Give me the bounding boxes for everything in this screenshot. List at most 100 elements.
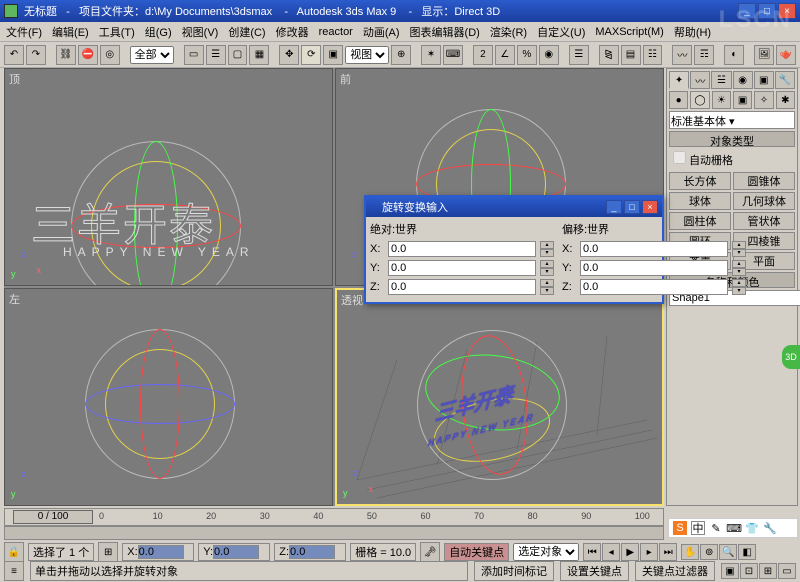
abs-y-input[interactable] [388, 260, 536, 276]
menu-图表编辑器D[interactable]: 图表编辑器(D) [410, 24, 480, 40]
y-input[interactable] [213, 545, 259, 559]
track-bar[interactable] [4, 526, 664, 540]
x-input[interactable] [138, 545, 184, 559]
key-icon[interactable]: 🗝 [420, 542, 440, 562]
time-slider-thumb[interactable]: 0 / 100 [13, 510, 93, 524]
ime-opt-icon[interactable]: ⌨ [727, 521, 741, 535]
named-sel-icon[interactable]: ☰ [569, 45, 589, 65]
region-zoom-icon[interactable]: ▭ [778, 563, 796, 579]
zoom-all-icon[interactable]: ⊞ [759, 563, 777, 579]
viewport-top[interactable]: 顶 三羊开泰 HAPPY NEW YEAR zxy [4, 68, 333, 286]
ref-coord-system[interactable]: 视图 [345, 46, 389, 64]
select-icon[interactable]: ▭ [184, 45, 204, 65]
rotate-gizmo[interactable] [85, 329, 235, 479]
spin-down-icon[interactable]: ▾ [732, 249, 746, 257]
window-cross-icon[interactable]: ▦ [249, 45, 269, 65]
manip-icon[interactable]: ✶ [421, 45, 441, 65]
keymode-icon[interactable]: ⌨ [443, 45, 463, 65]
tab-display-icon[interactable]: ▣ [754, 71, 774, 89]
key-filter-select[interactable]: 选定对象 [513, 543, 579, 561]
layers-icon[interactable]: ☷ [643, 45, 663, 65]
undo-icon[interactable]: ↶ [4, 45, 24, 65]
material-icon[interactable]: ◐ [724, 45, 744, 65]
ime-opt-icon[interactable]: 🔧 [763, 521, 777, 535]
ime-opt-icon[interactable]: ✎ [709, 521, 723, 535]
autogrid-checkbox[interactable] [673, 151, 686, 164]
off-x-input[interactable] [580, 241, 728, 257]
spin-down-icon[interactable]: ▾ [732, 287, 746, 295]
arc-rotate-icon[interactable]: ⊚ [700, 544, 718, 560]
goto-end-icon[interactable]: ⏭ [659, 543, 677, 561]
dialog-minimize-button[interactable]: _ [606, 200, 622, 214]
menu-视图V[interactable]: 视图(V) [182, 24, 219, 40]
select-name-icon[interactable]: ☰ [206, 45, 226, 65]
menu-编辑E[interactable]: 编辑(E) [52, 24, 89, 40]
zoom-icon[interactable]: 🔍 [719, 544, 737, 560]
side-badge[interactable]: 3D [782, 345, 800, 369]
dialog-maximize-button[interactable]: □ [624, 200, 640, 214]
snap-pct-icon[interactable]: % [517, 45, 537, 65]
goto-start-icon[interactable]: ⏮ [583, 543, 601, 561]
ime-lang[interactable]: 中 [691, 521, 705, 535]
setkey-button[interactable]: 设置关键点 [560, 561, 629, 581]
autokey-toggle[interactable]: 自动关键点 [444, 543, 509, 561]
spin-up-icon[interactable]: ▴ [540, 279, 554, 287]
off-z-input[interactable] [580, 279, 728, 295]
spin-down-icon[interactable]: ▾ [540, 287, 554, 295]
tab-utilities-icon[interactable]: 🔧 [775, 71, 795, 89]
create-category-dropdown[interactable]: 标准基本体 ▾ [669, 111, 795, 129]
render-scene-icon[interactable]: 🖼 [754, 45, 774, 65]
ime-bar[interactable]: S 中 ✎ ⌨ 👕 🔧 [668, 518, 798, 538]
fov-icon[interactable]: ◧ [738, 544, 756, 560]
tab-hierarchy-icon[interactable]: ☱ [711, 71, 731, 89]
spin-down-icon[interactable]: ▾ [540, 268, 554, 276]
pan-icon[interactable]: ✋ [681, 544, 699, 560]
ime-opt-icon[interactable]: 👕 [745, 521, 759, 535]
z-input[interactable] [289, 545, 335, 559]
spin-down-icon[interactable]: ▾ [540, 249, 554, 257]
snap-spin-icon[interactable]: ◉ [539, 45, 559, 65]
sub-shapes-icon[interactable]: ◯ [690, 91, 709, 109]
create-球体[interactable]: 球体 [669, 192, 731, 210]
keyfilter-button[interactable]: 关键点过滤器 [635, 561, 715, 581]
rotate-icon[interactable]: ⟳ [301, 45, 321, 65]
move-icon[interactable]: ✥ [279, 45, 299, 65]
menu-帮助H[interactable]: 帮助(H) [674, 24, 711, 40]
spin-down-icon[interactable]: ▾ [732, 268, 746, 276]
abs-rel-icon[interactable]: ⊞ [98, 542, 118, 562]
abs-x-input[interactable] [388, 241, 536, 257]
next-frame-icon[interactable]: ▸ [640, 543, 658, 561]
tab-modify-icon[interactable]: 〰 [690, 71, 710, 89]
unlink-icon[interactable]: ⛔ [78, 45, 98, 65]
menu-创建C[interactable]: 创建(C) [228, 24, 265, 40]
sub-lights-icon[interactable]: ☀ [712, 91, 731, 109]
bind-icon[interactable]: ◎ [100, 45, 120, 65]
create-长方体[interactable]: 长方体 [669, 172, 731, 190]
curve-editor-icon[interactable]: 〰 [672, 45, 692, 65]
create-几何球体[interactable]: 几何球体 [733, 192, 795, 210]
link-icon[interactable]: ⛓ [56, 45, 76, 65]
menu-reactor[interactable]: reactor [319, 26, 353, 38]
snap-2d-icon[interactable]: 2 [473, 45, 493, 65]
sub-systems-icon[interactable]: ✱ [776, 91, 795, 109]
menu-工具T[interactable]: 工具(T) [99, 24, 135, 40]
schematic-icon[interactable]: ☶ [694, 45, 714, 65]
prev-frame-icon[interactable]: ◂ [602, 543, 620, 561]
maximize-button[interactable]: □ [758, 3, 776, 19]
lock-selection-icon[interactable]: 🔒 [4, 542, 24, 562]
spin-up-icon[interactable]: ▴ [732, 260, 746, 268]
off-y-input[interactable] [580, 260, 728, 276]
sub-geometry-icon[interactable]: ● [669, 91, 688, 109]
tab-create-icon[interactable]: ✦ [669, 71, 689, 89]
menu-MAXScriptM[interactable]: MAXScript(M) [595, 26, 663, 38]
sub-helpers-icon[interactable]: ✧ [754, 91, 773, 109]
spin-up-icon[interactable]: ▴ [540, 241, 554, 249]
dialog-close-button[interactable]: × [642, 200, 658, 214]
snap-angle-icon[interactable]: ∠ [495, 45, 515, 65]
menu-修改器[interactable]: 修改器 [276, 24, 309, 40]
viewport-left[interactable]: 左 zy [4, 288, 333, 506]
align-icon[interactable]: ▤ [621, 45, 641, 65]
rollout-object-type[interactable]: 对象类型 [669, 131, 795, 147]
spin-up-icon[interactable]: ▴ [540, 260, 554, 268]
quick-render-icon[interactable]: 🫖 [776, 45, 796, 65]
